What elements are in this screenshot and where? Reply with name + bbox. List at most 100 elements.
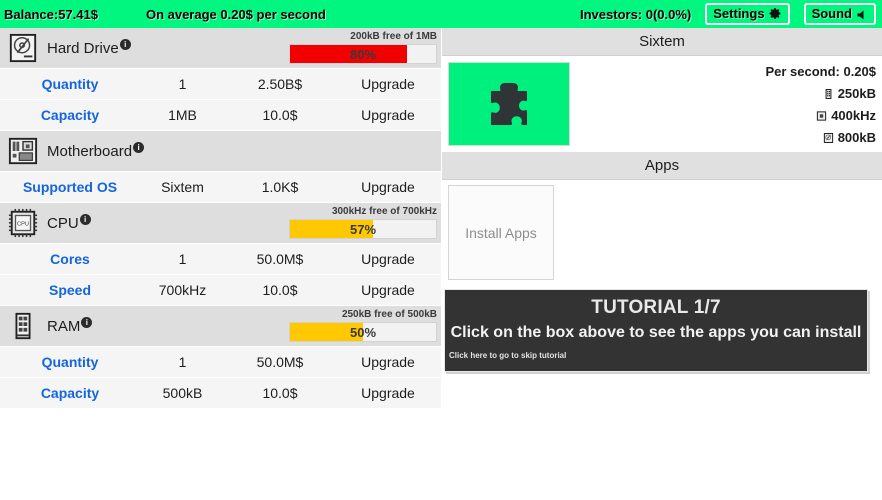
row-value: 700kHz bbox=[158, 282, 207, 298]
balance-label: Balance:57.41$ bbox=[4, 6, 98, 22]
upgrade-button[interactable]: Upgrade bbox=[335, 354, 441, 370]
component-row-cpu-cores: Cores 1 50.0M$ Upgrade bbox=[0, 244, 441, 275]
component-row-ram-capacity: Capacity 500kB 10.0$ Upgrade bbox=[0, 378, 441, 409]
cpu-icon: CPU bbox=[8, 208, 38, 238]
component-name: CPU bbox=[47, 214, 79, 232]
hard-drive-progress-bar[interactable]: 80% bbox=[289, 44, 437, 64]
hard-drive-icon bbox=[8, 33, 38, 63]
sound-button[interactable]: Sound bbox=[803, 3, 876, 25]
row-label[interactable]: Quantity bbox=[0, 354, 140, 370]
top-status-bar: Balance:57.41$ On average 0.20$ per seco… bbox=[0, 0, 882, 28]
row-price: 10.0$ bbox=[262, 385, 298, 401]
os-and-apps-panel: Sixtem Per second: 0.20$ 250kB 400kHz 80… bbox=[442, 28, 882, 372]
info-icon-hard-drive[interactable]: i bbox=[119, 38, 131, 50]
component-row-motherboard-supported-os: Supported OS Sixtem 1.0K$ Upgrade bbox=[0, 172, 441, 203]
apps-body: Install Apps bbox=[442, 180, 882, 280]
row-value: 1MB bbox=[168, 107, 197, 123]
info-icon-cpu[interactable]: i bbox=[79, 213, 91, 225]
ram-stat: 250kB bbox=[765, 83, 876, 105]
component-name: Motherboard bbox=[47, 142, 133, 160]
row-price: 10.0$ bbox=[262, 107, 298, 123]
cpu-progress-text: 57% bbox=[349, 221, 377, 237]
cpu-stat-icon bbox=[816, 110, 827, 122]
os-body: Per second: 0.20$ 250kB 400kHz 800kB bbox=[442, 56, 882, 152]
row-label[interactable]: Supported OS bbox=[0, 179, 140, 195]
apps-title: Apps bbox=[644, 157, 680, 174]
hdd-stat-icon bbox=[823, 132, 834, 144]
per-second-stat: Per second: 0.20$ bbox=[765, 61, 876, 83]
cpu-usage-meter: 300kHz free of 700kHz 57% bbox=[289, 206, 437, 239]
component-name: Hard Drive bbox=[47, 39, 119, 57]
tutorial-message: Click on the box above to see the apps y… bbox=[450, 324, 862, 341]
component-header-ram: RAM i 250kB free of 500kB 50% bbox=[0, 306, 441, 347]
cpu-stat-value: 400kHz bbox=[831, 108, 876, 123]
settings-button-label: Settings bbox=[713, 6, 765, 21]
install-apps-button[interactable]: Install Apps bbox=[448, 185, 554, 280]
ram-icon bbox=[8, 311, 38, 341]
tutorial-box[interactable]: TUTORIAL 1/7 Click on the box above to s… bbox=[444, 289, 868, 372]
cpu-progress-bar[interactable]: 57% bbox=[289, 219, 437, 239]
row-value: 500kB bbox=[162, 385, 203, 401]
motherboard-icon bbox=[8, 136, 38, 166]
os-stats: Per second: 0.20$ 250kB 400kHz 800kB bbox=[765, 61, 876, 149]
svg-text:CPU: CPU bbox=[17, 221, 29, 227]
row-value: 1 bbox=[178, 251, 187, 267]
row-label[interactable]: Quantity bbox=[0, 76, 140, 92]
row-value: Sixtem bbox=[161, 179, 204, 195]
investors-label: Investors: 0(0.0%) bbox=[580, 6, 692, 22]
upgrade-button[interactable]: Upgrade bbox=[335, 76, 441, 92]
os-logo-box[interactable] bbox=[448, 62, 570, 146]
component-header-hard-drive: Hard Drive i 200kB free of 1MB 80% bbox=[0, 28, 441, 69]
upgrade-button[interactable]: Upgrade bbox=[335, 282, 441, 298]
ram-stat-icon bbox=[823, 88, 834, 100]
component-row-ram-quantity: Quantity 1 50.0M$ Upgrade bbox=[0, 347, 441, 378]
row-price: 50.0M$ bbox=[256, 251, 304, 267]
component-row-cpu-speed: Speed 700kHz 10.0$ Upgrade bbox=[0, 275, 441, 306]
ram-progress-text: 50% bbox=[349, 324, 377, 340]
upgrade-button[interactable]: Upgrade bbox=[335, 107, 441, 123]
os-name: Sixtem bbox=[639, 33, 685, 50]
ram-progress-bar[interactable]: 50% bbox=[289, 322, 437, 342]
row-label[interactable]: Capacity bbox=[0, 107, 140, 123]
tutorial-title: TUTORIAL 1/7 bbox=[591, 297, 721, 318]
speaker-icon bbox=[856, 8, 868, 20]
cpu-usage-label: 300kHz free of 700kHz bbox=[331, 206, 437, 217]
info-icon-motherboard[interactable]: i bbox=[133, 141, 145, 153]
row-label[interactable]: Capacity bbox=[0, 385, 140, 401]
row-value: 1 bbox=[178, 76, 187, 92]
cpu-stat: 400kHz bbox=[765, 105, 876, 127]
row-price: 10.0$ bbox=[262, 282, 298, 298]
skip-tutorial-link[interactable]: Click here to go to skip tutorial bbox=[449, 351, 867, 360]
row-label[interactable]: Speed bbox=[0, 282, 140, 298]
ram-usage-meter: 250kB free of 500kB 50% bbox=[289, 309, 437, 342]
row-price: 2.50B$ bbox=[257, 76, 303, 92]
component-name: RAM bbox=[47, 317, 81, 335]
row-price: 1.0K$ bbox=[261, 179, 299, 195]
settings-button[interactable]: Settings bbox=[705, 3, 790, 25]
apps-title-bar: Apps bbox=[442, 152, 882, 180]
sound-button-label: Sound bbox=[811, 6, 852, 21]
info-icon-ram[interactable]: i bbox=[81, 316, 93, 328]
hdd-stat-value: 800kB bbox=[837, 130, 876, 145]
os-title-bar: Sixtem bbox=[442, 28, 882, 56]
component-row-hard-drive-capacity: Capacity 1MB 10.0$ Upgrade bbox=[0, 100, 441, 131]
component-row-hard-drive-quantity: Quantity 1 2.50B$ Upgrade bbox=[0, 69, 441, 100]
row-price: 50.0M$ bbox=[256, 354, 304, 370]
component-header-cpu: CPU CPU i 300kHz free of 700kHz 57% bbox=[0, 203, 441, 244]
hard-drive-usage-label: 200kB free of 1MB bbox=[350, 31, 437, 42]
ram-usage-label: 250kB free of 500kB bbox=[341, 309, 437, 320]
upgrade-button[interactable]: Upgrade bbox=[335, 179, 441, 195]
puzzle-piece-icon bbox=[485, 81, 533, 127]
hdd-stat: 800kB bbox=[765, 127, 876, 149]
hard-drive-usage-meter: 200kB free of 1MB 80% bbox=[289, 31, 437, 64]
install-apps-label: Install Apps bbox=[465, 224, 537, 241]
row-label[interactable]: Cores bbox=[0, 251, 140, 267]
component-header-motherboard: Motherboard i bbox=[0, 131, 441, 172]
per-second-value: Per second: 0.20$ bbox=[765, 64, 876, 79]
average-income-label: On average 0.20$ per second bbox=[145, 6, 326, 22]
upgrade-button[interactable]: Upgrade bbox=[335, 251, 441, 267]
components-panel: Hard Drive i 200kB free of 1MB 80% Quanti… bbox=[0, 28, 441, 409]
upgrade-button[interactable]: Upgrade bbox=[335, 385, 441, 401]
ram-stat-value: 250kB bbox=[837, 86, 876, 101]
gear-icon bbox=[769, 7, 782, 20]
